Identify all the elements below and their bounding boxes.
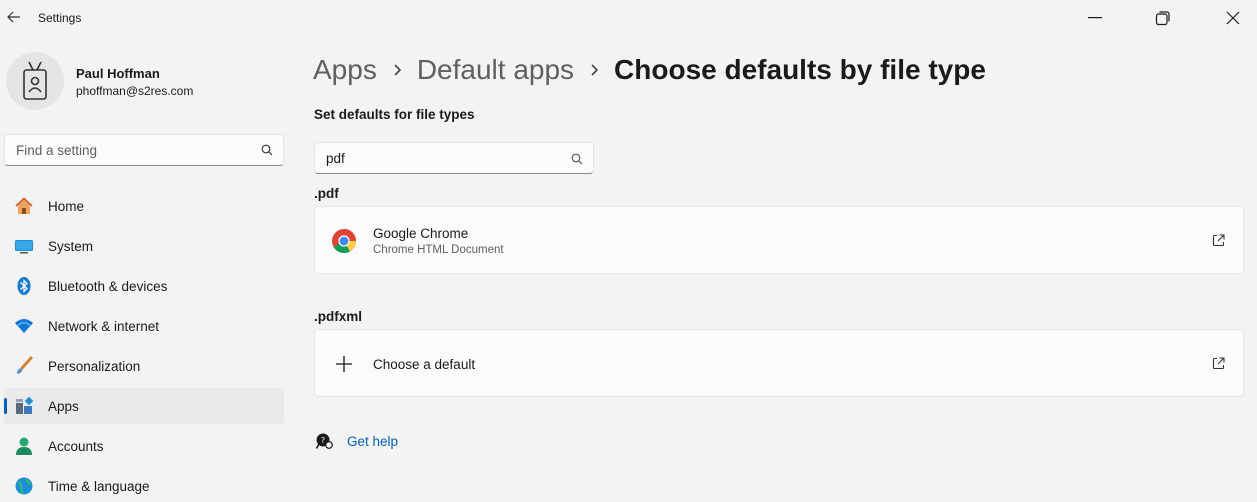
get-help-label: Get help <box>347 433 399 449</box>
badge-icon <box>23 61 47 100</box>
open-external-icon[interactable] <box>1212 357 1225 375</box>
open-external-icon[interactable] <box>1212 234 1225 252</box>
sidebar-item-label: System <box>48 239 94 254</box>
file-type-default-card[interactable]: Google Chrome Chrome HTML Document <box>314 206 1244 274</box>
system-icon <box>14 236 34 256</box>
minimize-icon <box>1088 17 1102 19</box>
sidebar-item-personalization[interactable]: Personalization <box>4 348 284 384</box>
breadcrumb-apps[interactable]: Apps <box>313 54 377 86</box>
get-help-link[interactable]: ? Get help <box>314 431 398 451</box>
search-placeholder: Find a setting <box>16 143 98 158</box>
chevron-right-icon <box>574 63 614 77</box>
sidebar-item-label: Home <box>48 199 85 214</box>
chrome-icon <box>331 228 357 254</box>
sidebar-item-label: Apps <box>48 399 79 414</box>
home-icon <box>14 196 34 216</box>
back-arrow-icon <box>7 11 20 23</box>
sidebar-item-label: Network & internet <box>48 319 160 334</box>
sidebar-item-system[interactable]: System <box>4 228 284 264</box>
search-icon[interactable] <box>571 152 583 170</box>
close-button[interactable] <box>1210 0 1256 36</box>
avatar <box>6 52 64 110</box>
choose-default-label: Choose a default <box>373 357 476 372</box>
sidebar-nav: Home System Bluetooth & devices Network … <box>4 188 284 502</box>
back-button[interactable] <box>4 6 24 28</box>
find-setting-input[interactable]: Find a setting <box>4 134 284 166</box>
user-profile[interactable]: Paul Hoffman phoffman@s2res.com <box>6 52 276 112</box>
extension-label: .pdf <box>314 186 339 201</box>
sidebar-item-label: Personalization <box>48 359 141 374</box>
accounts-icon <box>14 436 34 456</box>
sidebar-item-accounts[interactable]: Accounts <box>4 428 284 464</box>
file-type-search-value: pdf <box>326 151 345 166</box>
search-icon[interactable] <box>261 143 273 161</box>
restore-icon <box>1155 11 1170 26</box>
user-email: phoffman@s2res.com <box>76 84 194 98</box>
svg-text:?: ? <box>321 436 325 445</box>
sidebar-item-bluetooth[interactable]: Bluetooth & devices <box>4 268 284 304</box>
sidebar-item-label: Bluetooth & devices <box>48 279 168 294</box>
close-icon <box>1226 11 1240 25</box>
wifi-icon <box>14 316 34 336</box>
sidebar-item-network[interactable]: Network & internet <box>4 308 284 344</box>
help-chat-icon: ? <box>314 431 334 451</box>
plus-icon <box>331 351 357 377</box>
user-name: Paul Hoffman <box>76 66 160 81</box>
globe-icon <box>14 476 34 496</box>
default-app-description: Chrome HTML Document <box>373 244 504 256</box>
title-bar: Settings <box>0 0 1257 36</box>
sidebar-item-home[interactable]: Home <box>4 188 284 224</box>
chevron-right-icon <box>377 63 417 77</box>
default-app-name: Google Chrome <box>373 226 469 241</box>
sidebar-item-apps[interactable]: Apps <box>4 388 284 424</box>
sidebar-item-label: Accounts <box>48 439 104 454</box>
extension-label: .pdfxml <box>314 309 363 324</box>
sidebar-item-label: Time & language <box>48 479 150 494</box>
apps-icon <box>14 396 34 416</box>
section-title: Set defaults for file types <box>314 107 475 122</box>
sidebar-item-time-language[interactable]: Time & language <box>4 468 284 502</box>
minimize-button[interactable] <box>1072 0 1118 36</box>
brush-icon <box>14 356 34 376</box>
app-title: Settings <box>38 11 82 25</box>
breadcrumb: Apps Default apps Choose defaults by fil… <box>313 50 986 90</box>
breadcrumb-default-apps[interactable]: Default apps <box>417 54 574 86</box>
bluetooth-icon <box>14 276 34 296</box>
choose-default-card[interactable]: Choose a default <box>314 329 1244 397</box>
page-title: Choose defaults by file type <box>614 54 986 85</box>
file-type-search-input[interactable]: pdf <box>314 142 594 174</box>
restore-button[interactable] <box>1140 0 1186 36</box>
